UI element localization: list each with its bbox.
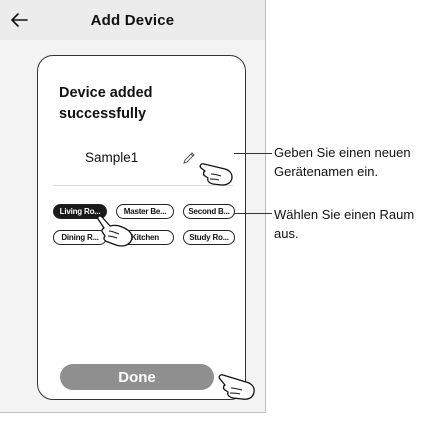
room-instruction: Wählen Sie einen Raum aus. xyxy=(274,207,415,241)
leader-line xyxy=(234,153,272,154)
hand-pointer-icon xyxy=(218,374,255,400)
rename-instruction: Geben Sie einen neuen Gerätenamen ein. xyxy=(274,145,411,179)
hand-pointer-icon xyxy=(199,163,233,186)
leader-line xyxy=(234,213,272,214)
hand-pointer-icon xyxy=(97,215,133,247)
